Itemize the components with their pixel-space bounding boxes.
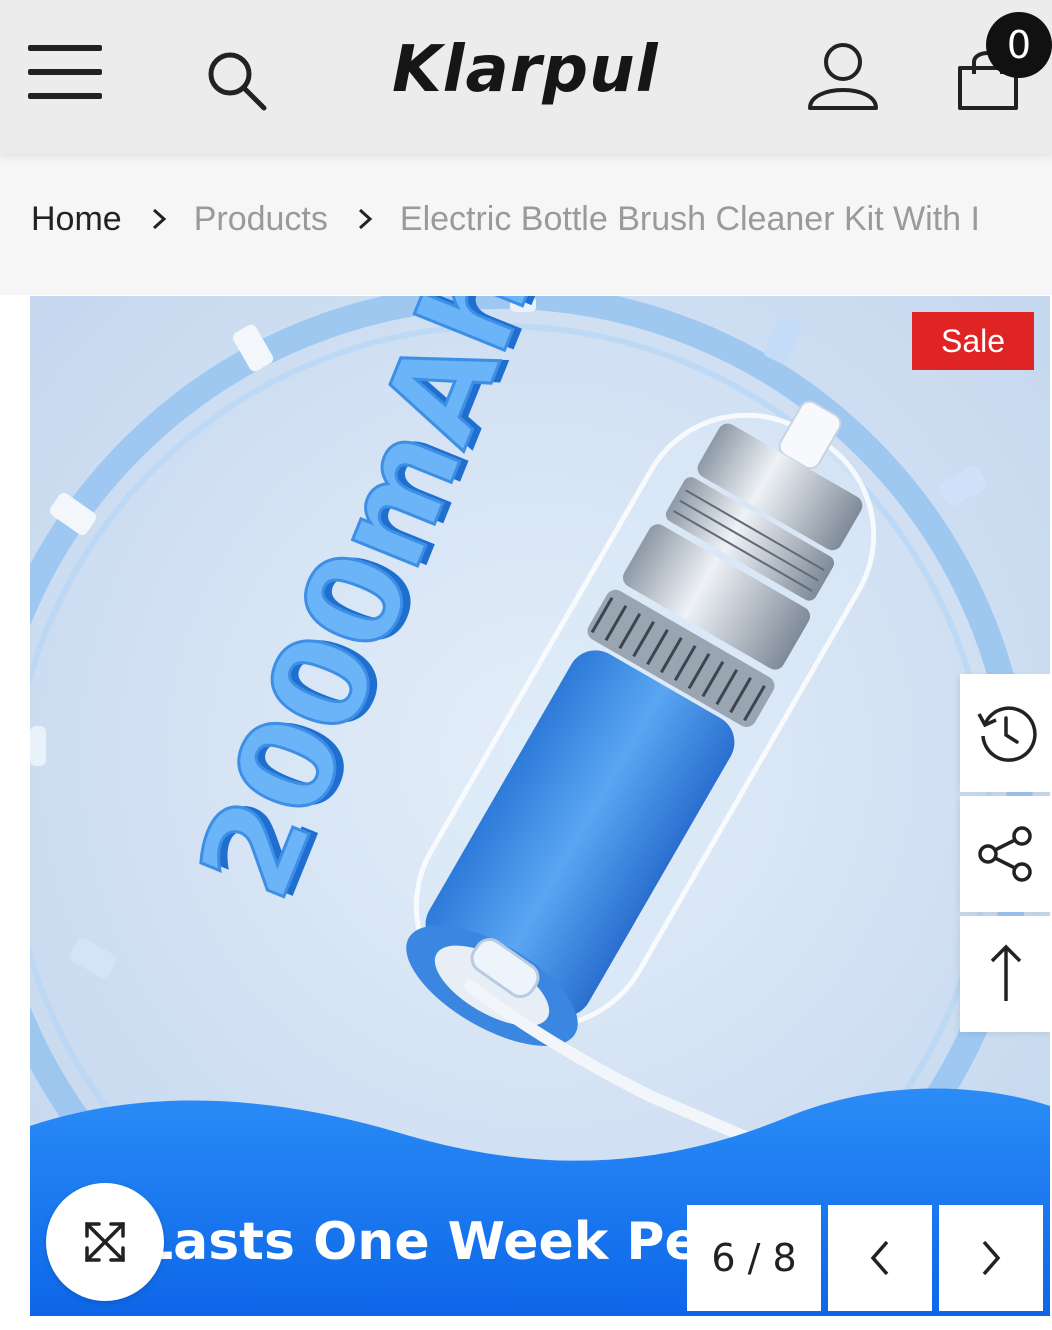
back-to-top-button[interactable] <box>960 916 1052 1032</box>
chevron-right-icon <box>982 1240 1001 1276</box>
product-photo: 2000mAh 2000mAh <box>30 296 1050 1316</box>
recently-viewed-icon <box>977 706 1037 762</box>
account-icon[interactable] <box>806 40 880 112</box>
breadcrumb-home[interactable]: Home <box>31 200 122 239</box>
next-image-button[interactable] <box>939 1205 1043 1311</box>
image-banner-text: Lasts One Week Pe <box>140 1212 700 1272</box>
menu-icon[interactable] <box>28 45 104 103</box>
share-icon <box>978 826 1032 882</box>
chevron-right-icon <box>152 208 166 230</box>
arrow-up-icon <box>990 944 1022 1001</box>
product-image[interactable]: 2000mAh 2000mAh <box>30 296 1050 1316</box>
chevron-left-icon <box>870 1240 889 1276</box>
recently-viewed-button[interactable] <box>960 674 1052 792</box>
zoom-button[interactable] <box>46 1183 164 1301</box>
search-icon[interactable] <box>204 48 268 112</box>
cart-count-badge[interactable]: 0 <box>986 12 1052 78</box>
image-counter: 6 / 8 <box>687 1205 821 1311</box>
sale-badge: Sale <box>912 312 1034 370</box>
breadcrumb-products[interactable]: Products <box>194 200 328 239</box>
expand-icon <box>85 1222 125 1262</box>
site-header: Klarpul 0 <box>0 0 1052 153</box>
previous-image-button[interactable] <box>828 1205 932 1311</box>
chevron-right-icon <box>358 208 373 230</box>
breadcrumb: Home Products Electric Bottle Brush Clea… <box>31 196 980 242</box>
share-button[interactable] <box>960 796 1052 912</box>
breadcrumb-current: Electric Bottle Brush Cleaner Kit With I <box>399 199 980 238</box>
brand-logo[interactable]: Klarpul <box>392 22 659 118</box>
